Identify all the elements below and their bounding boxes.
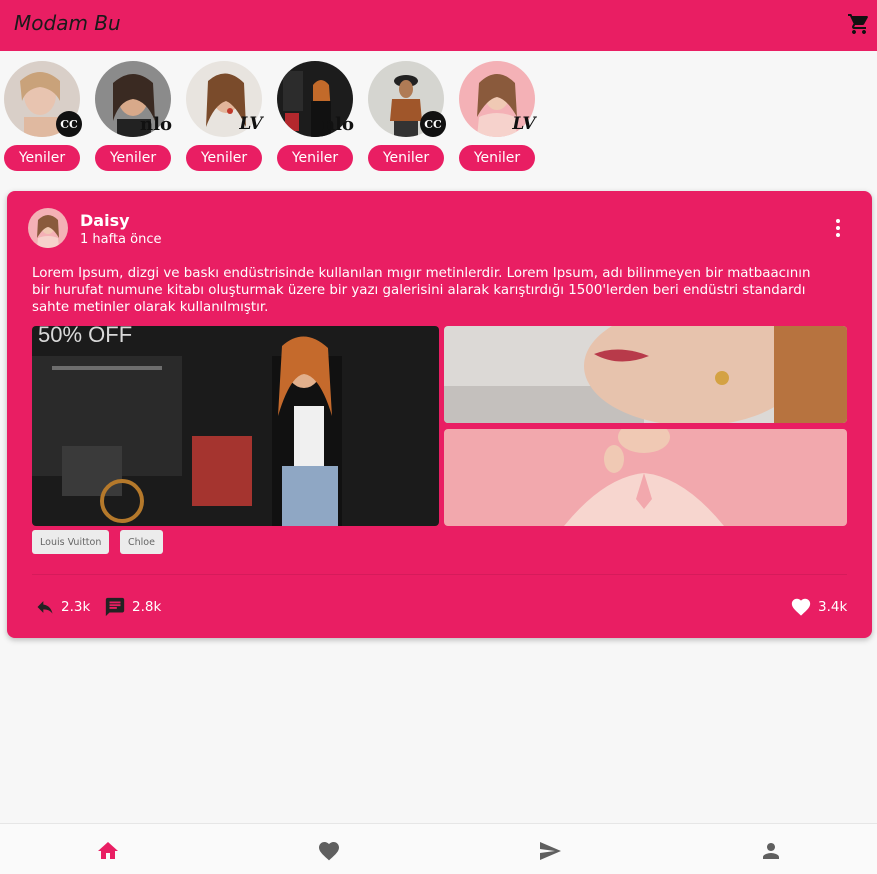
post-card: Daisy 1 hafta önce Lorem Ipsum, dizgi ve… [7, 191, 872, 638]
divider [32, 574, 847, 575]
comment-count: 2.8k [132, 599, 162, 615]
post-text: Lorem Ipsum, dizgi ve baskı endüstrisind… [32, 266, 811, 315]
share-count: 2.3k [61, 599, 91, 615]
brand-logo-icon: LV [239, 114, 263, 134]
like-button[interactable]: 3.4k [790, 595, 847, 619]
post-image-secondary[interactable] [444, 326, 847, 423]
post-image-main[interactable]: 50% OFF [32, 326, 439, 526]
brand-logo-icon: CC [420, 111, 446, 137]
story-button[interactable]: Yeniler [459, 145, 535, 171]
story-item[interactable]: CC Yeniler [368, 61, 446, 173]
story-button[interactable]: Yeniler [368, 145, 444, 171]
story-item[interactable]: CC Yeniler [4, 61, 82, 173]
sale-overlay-text: 50% OFF [38, 326, 132, 347]
post-timestamp: 1 hafta önce [80, 232, 162, 247]
story-item[interactable]: LV Yeniler [186, 61, 263, 173]
reply-icon [37, 601, 53, 614]
post-username[interactable]: Daisy [80, 211, 130, 230]
comment-button[interactable]: 2.8k [104, 595, 161, 619]
brand-tag[interactable]: Chloe [120, 530, 163, 554]
app-title: Modam Bu [14, 11, 121, 35]
comment-icon [105, 597, 125, 617]
like-count: 3.4k [818, 599, 848, 615]
story-button[interactable]: Yeniler [186, 145, 262, 171]
brand-logo-icon: LV [512, 114, 536, 134]
brand-logo-icon: CC [56, 111, 82, 137]
send-icon[interactable] [538, 839, 562, 863]
app-bar: Modam Bu [0, 0, 877, 51]
story-button[interactable]: Yeniler [95, 145, 171, 171]
story-item[interactable]: nlo Yeniler [95, 61, 172, 173]
avatar[interactable] [28, 208, 68, 248]
story-item[interactable]: LV Yeniler [459, 61, 536, 173]
post-image-tertiary[interactable] [444, 429, 847, 526]
brand-tag[interactable]: Louis Vuitton [32, 530, 110, 554]
shopping-cart-icon[interactable] [847, 12, 871, 36]
bottom-nav [0, 823, 877, 874]
story-item[interactable]: nlo Yeniler [277, 61, 354, 173]
brand-logo-icon: nlo [140, 113, 172, 135]
more-vert-icon[interactable] [835, 218, 841, 238]
stories-row: CC Yeniler nlo Yeniler LV Yeniler nlo Ye… [0, 51, 877, 183]
home-icon[interactable] [96, 839, 120, 863]
story-button[interactable]: Yeniler [4, 145, 80, 171]
share-button[interactable]: 2.3k [35, 595, 90, 619]
story-button[interactable]: Yeniler [277, 145, 353, 171]
heart-icon [791, 598, 811, 616]
heart-icon[interactable] [317, 839, 341, 863]
person-icon[interactable] [759, 839, 783, 863]
brand-logo-icon: nlo [322, 113, 354, 135]
